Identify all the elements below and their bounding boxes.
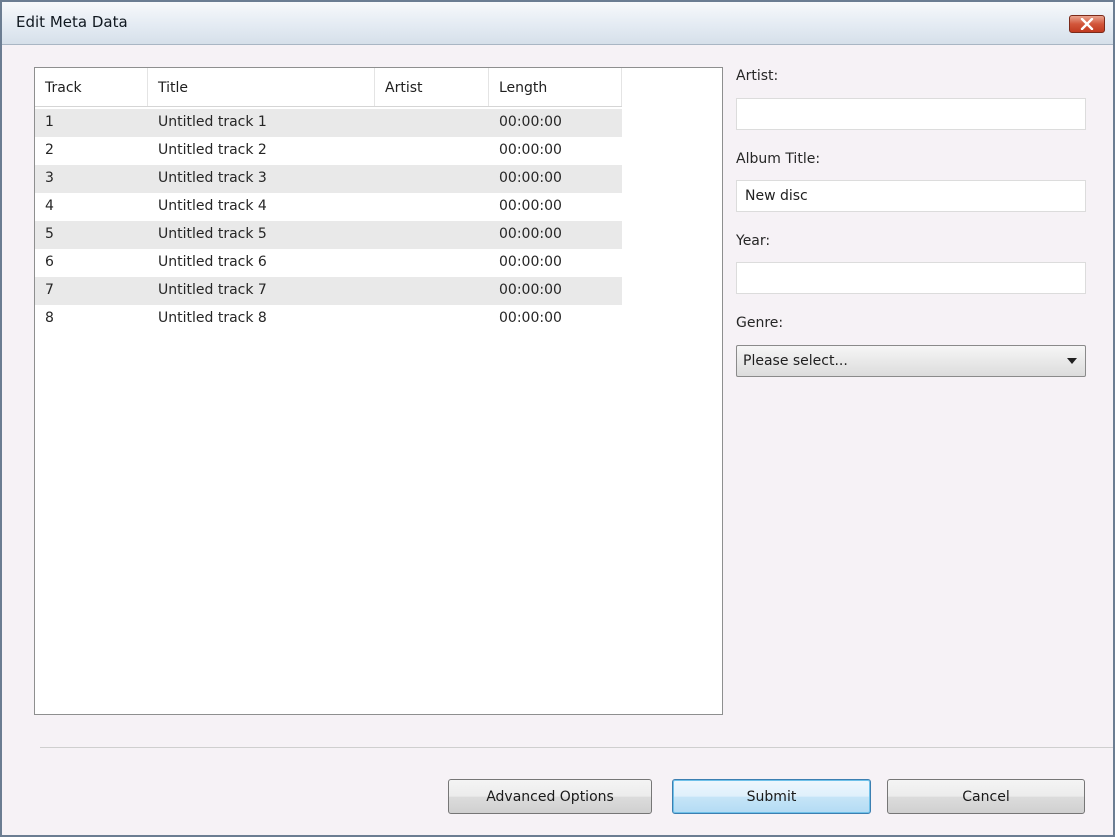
cell-title: Untitled track 2 bbox=[158, 142, 267, 158]
genre-label: Genre: bbox=[736, 315, 784, 331]
cell-track: 8 bbox=[45, 310, 54, 326]
cell-track: 4 bbox=[45, 198, 54, 214]
cell-length: 00:00:00 bbox=[499, 198, 562, 214]
cell-title: Untitled track 7 bbox=[158, 282, 267, 298]
advanced-options-button[interactable]: Advanced Options bbox=[448, 779, 652, 814]
genre-select[interactable]: Please select... bbox=[736, 345, 1086, 377]
cell-title: Untitled track 8 bbox=[158, 310, 267, 326]
table-row[interactable]: 1 Untitled track 1 00:00:00 bbox=[35, 109, 622, 137]
column-header-artist[interactable]: Artist bbox=[375, 68, 489, 106]
cancel-button[interactable]: Cancel bbox=[887, 779, 1085, 814]
genre-selected-value: Please select... bbox=[743, 353, 848, 369]
table-row[interactable]: 2 Untitled track 2 00:00:00 bbox=[35, 137, 622, 165]
column-header-title[interactable]: Title bbox=[148, 68, 375, 106]
year-input[interactable] bbox=[736, 262, 1086, 294]
cell-title: Untitled track 6 bbox=[158, 254, 267, 270]
cell-length: 00:00:00 bbox=[499, 170, 562, 186]
cell-title: Untitled track 4 bbox=[158, 198, 267, 214]
cell-length: 00:00:00 bbox=[499, 282, 562, 298]
cell-track: 1 bbox=[45, 114, 54, 130]
column-header-length[interactable]: Length bbox=[489, 68, 622, 106]
cell-track: 6 bbox=[45, 254, 54, 270]
cell-length: 00:00:00 bbox=[499, 226, 562, 242]
cell-length: 00:00:00 bbox=[499, 114, 562, 130]
column-header-track[interactable]: Track bbox=[35, 68, 148, 106]
cell-track: 3 bbox=[45, 170, 54, 186]
cell-track: 7 bbox=[45, 282, 54, 298]
cell-title: Untitled track 5 bbox=[158, 226, 267, 242]
album-title-label: Album Title: bbox=[736, 151, 821, 167]
edit-meta-data-dialog: Edit Meta Data Track Title Artist Length… bbox=[0, 0, 1115, 837]
window-title: Edit Meta Data bbox=[16, 13, 128, 31]
cell-length: 00:00:00 bbox=[499, 142, 562, 158]
cell-title: Untitled track 1 bbox=[158, 114, 267, 130]
track-list[interactable]: Track Title Artist Length 1 Untitled trac… bbox=[34, 67, 723, 715]
submit-button[interactable]: Submit bbox=[672, 779, 871, 814]
table-row[interactable]: 7 Untitled track 7 00:00:00 bbox=[35, 277, 622, 305]
track-list-header: Track Title Artist Length bbox=[35, 68, 622, 107]
table-row[interactable]: 4 Untitled track 4 00:00:00 bbox=[35, 193, 622, 221]
table-row[interactable]: 3 Untitled track 3 00:00:00 bbox=[35, 165, 622, 193]
artist-label: Artist: bbox=[736, 68, 779, 84]
footer-divider bbox=[40, 747, 1113, 748]
cell-length: 00:00:00 bbox=[499, 254, 562, 270]
title-bar[interactable]: Edit Meta Data bbox=[2, 2, 1113, 45]
close-icon bbox=[1080, 18, 1094, 30]
artist-input[interactable] bbox=[736, 98, 1086, 130]
chevron-down-icon bbox=[1067, 358, 1077, 364]
year-label: Year: bbox=[736, 233, 771, 249]
table-row[interactable]: 5 Untitled track 5 00:00:00 bbox=[35, 221, 622, 249]
table-row[interactable]: 6 Untitled track 6 00:00:00 bbox=[35, 249, 622, 277]
cell-length: 00:00:00 bbox=[499, 310, 562, 326]
cell-track: 2 bbox=[45, 142, 54, 158]
album-title-input[interactable] bbox=[736, 180, 1086, 212]
cell-track: 5 bbox=[45, 226, 54, 242]
table-row[interactable]: 8 Untitled track 8 00:00:00 bbox=[35, 305, 622, 333]
cell-title: Untitled track 3 bbox=[158, 170, 267, 186]
close-button[interactable] bbox=[1069, 15, 1105, 33]
